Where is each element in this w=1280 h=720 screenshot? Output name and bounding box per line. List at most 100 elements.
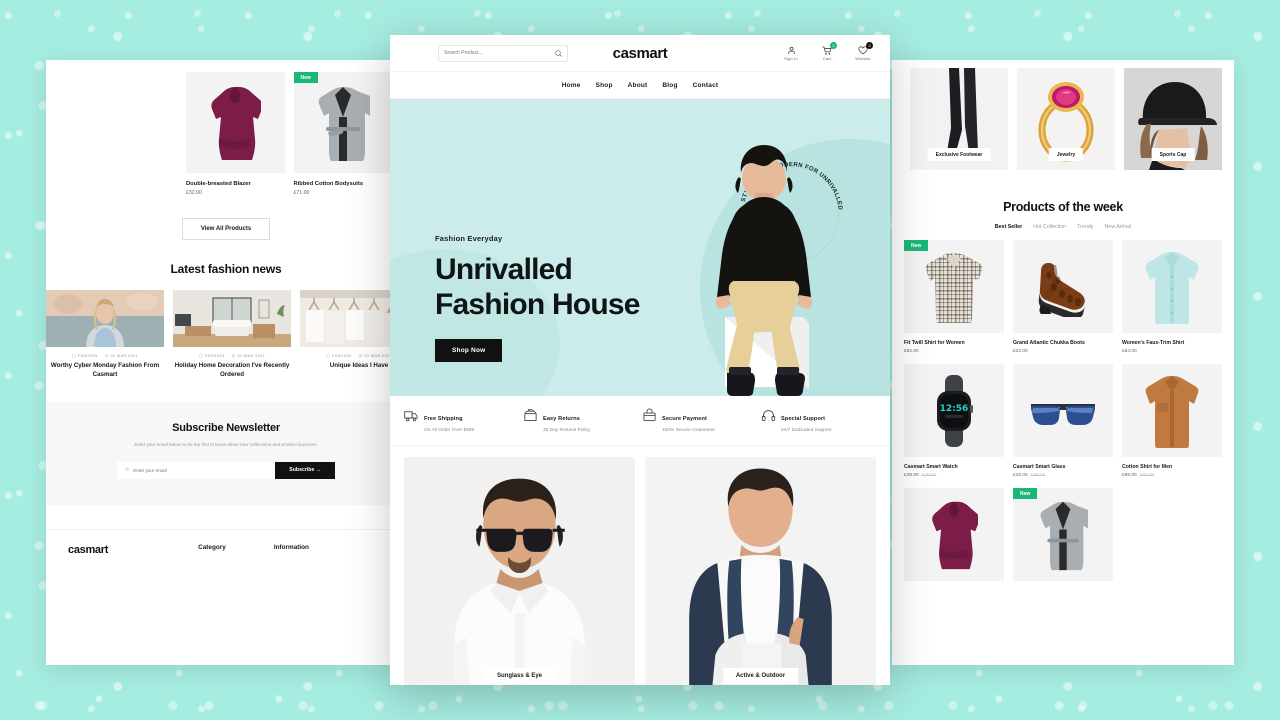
hero-banner: STYLISH AND MODERN FOR UNRIVALLED Fashio…: [390, 99, 890, 396]
news-title: Holiday Home Decoration I've Recently Or…: [174, 362, 290, 378]
nav-about[interactable]: About: [628, 82, 648, 89]
hero-copy: Fashion Everyday Unrivalled Fashion Hous…: [435, 234, 640, 362]
newsletter-input-wrap[interactable]: ✉: [117, 461, 276, 479]
newsletter-heading: Subscribe Newsletter: [172, 421, 280, 434]
feature-sub: 30 Day Returns Policy: [543, 427, 591, 433]
feature-title: Free Shipping: [424, 416, 463, 422]
category-card[interactable]: Exclusive Footwear: [910, 68, 1008, 170]
truck-icon: [404, 408, 419, 423]
nav-contact[interactable]: Contact: [693, 82, 719, 89]
svg-text:12:56: 12:56: [940, 404, 969, 414]
footer-column-information[interactable]: Information: [274, 544, 309, 556]
product-card[interactable]: Women's Faux-Trim Shirt £84.00: [1122, 240, 1222, 354]
news-image: [173, 290, 291, 347]
product-card[interactable]: New Fit Twill Shirt for Women £62.00: [904, 240, 1004, 354]
newsletter-email-input[interactable]: [133, 467, 268, 473]
product-name: Casmart Smart Watch: [904, 464, 958, 470]
product-card[interactable]: Double-breasted Blazer £32.00: [186, 72, 285, 196]
category-card[interactable]: Jewelry: [1017, 68, 1115, 170]
mail-icon: ✉: [125, 467, 130, 474]
shop-now-button[interactable]: Shop Now: [435, 338, 503, 362]
hero-title: Unrivalled Fashion House: [435, 252, 640, 323]
sign-in-label: Sign in: [784, 56, 798, 61]
nav-home[interactable]: Home: [562, 82, 581, 89]
product-image: New: [293, 72, 392, 173]
man-jacket-photo: [645, 456, 876, 685]
footer-logo[interactable]: casmart: [68, 544, 108, 556]
left-preview-panel: Double-breasted Blazer £32.00 New Ribbed…: [46, 60, 406, 665]
wishlist-action[interactable]: 3 Wishlist: [852, 42, 874, 61]
product-card[interactable]: Casmart Smart Glass £25.00 £39.00: [1013, 364, 1113, 478]
category-showcase: Sunglass & Eye Active & Outdoor: [390, 446, 890, 685]
news-meta: ▢ FASHION ◷ 31 MAR 2021: [46, 353, 164, 358]
category-label: Exclusive Footwear: [927, 148, 991, 161]
smart-glass-illustration: [1031, 403, 1095, 425]
section-heading: Products of the week: [1003, 200, 1123, 214]
nav-blog[interactable]: Blog: [662, 82, 677, 89]
product-card[interactable]: 12:56 Casmart Smart Watch £38.00 £48.00: [904, 364, 1004, 478]
hero-model-photo: [715, 145, 813, 396]
news-card[interactable]: ▢ FASHION ◷ 31 MAR 2021 Holiday Home Dec…: [173, 290, 291, 380]
woman-outdoor-photo: [46, 290, 164, 347]
product-card[interactable]: New Ribbed Cotton Bodysuits £71.00: [293, 72, 392, 196]
nav-shop[interactable]: Shop: [596, 82, 613, 89]
tab-hot-collection[interactable]: Hot Collection: [1033, 224, 1066, 230]
newsletter-section: Subscribe Newsletter Enter your email be…: [46, 401, 406, 505]
cart-action[interactable]: 2 Cart: [816, 42, 838, 61]
return-box-icon: [523, 408, 538, 423]
newsletter-subscribe-button[interactable]: Subscribe →: [275, 461, 335, 479]
category-card-sunglass[interactable]: Sunglass & Eye: [404, 456, 635, 685]
man-sunglasses-photo: [404, 456, 635, 685]
news-card[interactable]: ▢ FASHION ◷ 31 MAR 2021 Worthy Cyber Mon…: [46, 290, 164, 380]
secure-card-icon: [642, 408, 657, 423]
product-card[interactable]: Cotton Shirt for Men £85.00 £99.00: [1122, 364, 1222, 478]
product-image: [186, 72, 285, 173]
news-date: ◷ 31 MAR 2021: [231, 353, 266, 358]
search-icon[interactable]: [555, 49, 562, 57]
product-image: [1122, 240, 1222, 333]
product-name: Casmart Smart Glass: [1013, 464, 1066, 470]
news-category: ▢ FASHION: [325, 353, 352, 358]
news-image: [46, 290, 164, 347]
wishlist-label: Wishlist: [855, 56, 871, 61]
search-input[interactable]: [444, 50, 555, 56]
feature-free-shipping: Free Shipping On All Order Over $599: [404, 407, 519, 433]
product-grid-row-1: New Fit Twill Shirt for Women £62.00 Gra…: [892, 230, 1234, 354]
product-name: Cotton Shirt for Men: [1122, 464, 1173, 470]
product-grid-row-3: New: [892, 478, 1234, 588]
product-card[interactable]: New: [1013, 488, 1113, 588]
news-category: ▢ FASHION: [198, 353, 225, 358]
features-strip: Free Shipping On All Order Over $599 Eas…: [390, 396, 890, 446]
product-price: £85.00 £99.00: [1122, 473, 1155, 478]
section-title: Latest fashion news: [170, 262, 282, 276]
hero-eyebrow: Fashion Everyday: [435, 234, 503, 243]
left-product-grid: Double-breasted Blazer £32.00 New Ribbed…: [46, 60, 406, 196]
product-price: £84.00: [1122, 349, 1137, 354]
news-grid: ▢ FASHION ◷ 31 MAR 2021 Worthy Cyber Mon…: [46, 290, 406, 380]
feature-sub: 24/7 Dedicated Support: [781, 427, 832, 433]
product-card-placeholder: [1122, 488, 1222, 588]
center-browser-panel: casmart Sign in 2 Cart 3 Wi: [390, 35, 890, 685]
category-card-active-outdoor[interactable]: Active & Outdoor: [645, 456, 876, 685]
view-all-products-button[interactable]: View All Products: [181, 218, 271, 240]
search-box[interactable]: [438, 44, 568, 62]
tab-best-seller[interactable]: Best Seller: [995, 224, 1022, 230]
latest-news-section: Latest fashion news ▢ FASHION ◷ 31 MAR 2…: [46, 262, 406, 380]
sign-in-action[interactable]: Sign in: [780, 45, 802, 61]
cotton-shirt-men-illustration: [1145, 375, 1199, 448]
footer-column-category[interactable]: Category: [198, 544, 226, 556]
user-icon: [780, 46, 802, 55]
tab-trendy[interactable]: Trendy: [1077, 224, 1093, 230]
product-card[interactable]: [904, 488, 1004, 588]
new-badge: New: [293, 72, 318, 83]
product-card[interactable]: Grand Atlantic Chukka Boots £32.00: [1013, 240, 1113, 354]
product-price: £71.00: [293, 190, 310, 196]
bodysuit-robe-illustration: [318, 86, 370, 161]
tab-new-arrival[interactable]: New Arrival: [1104, 224, 1131, 230]
right-preview-panel: Exclusive Footwear Jewelry Sports Cap Pr…: [892, 60, 1234, 665]
living-room-photo: [173, 290, 291, 347]
product-image: New: [1013, 488, 1113, 581]
category-card[interactable]: Sports Cap: [1124, 68, 1222, 170]
product-name: Women's Faux-Trim Shirt: [1122, 340, 1185, 346]
headset-icon: [761, 408, 776, 423]
